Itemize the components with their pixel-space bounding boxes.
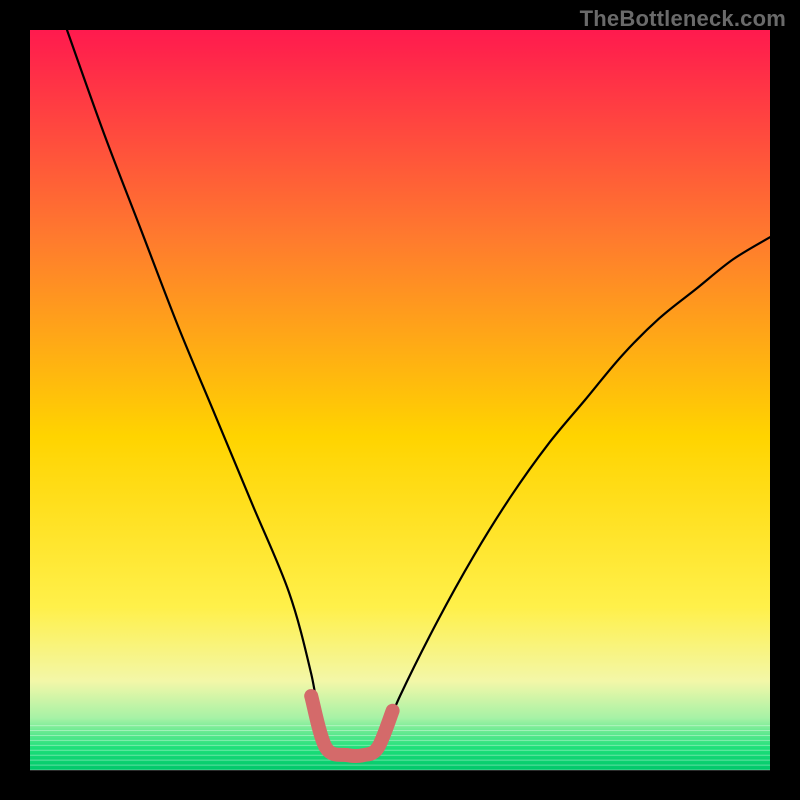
chart-stage: TheBottleneck.com: [0, 0, 800, 800]
watermark-text: TheBottleneck.com: [580, 6, 786, 32]
plot-area: [30, 30, 770, 770]
bottleneck-chart: [0, 0, 800, 800]
